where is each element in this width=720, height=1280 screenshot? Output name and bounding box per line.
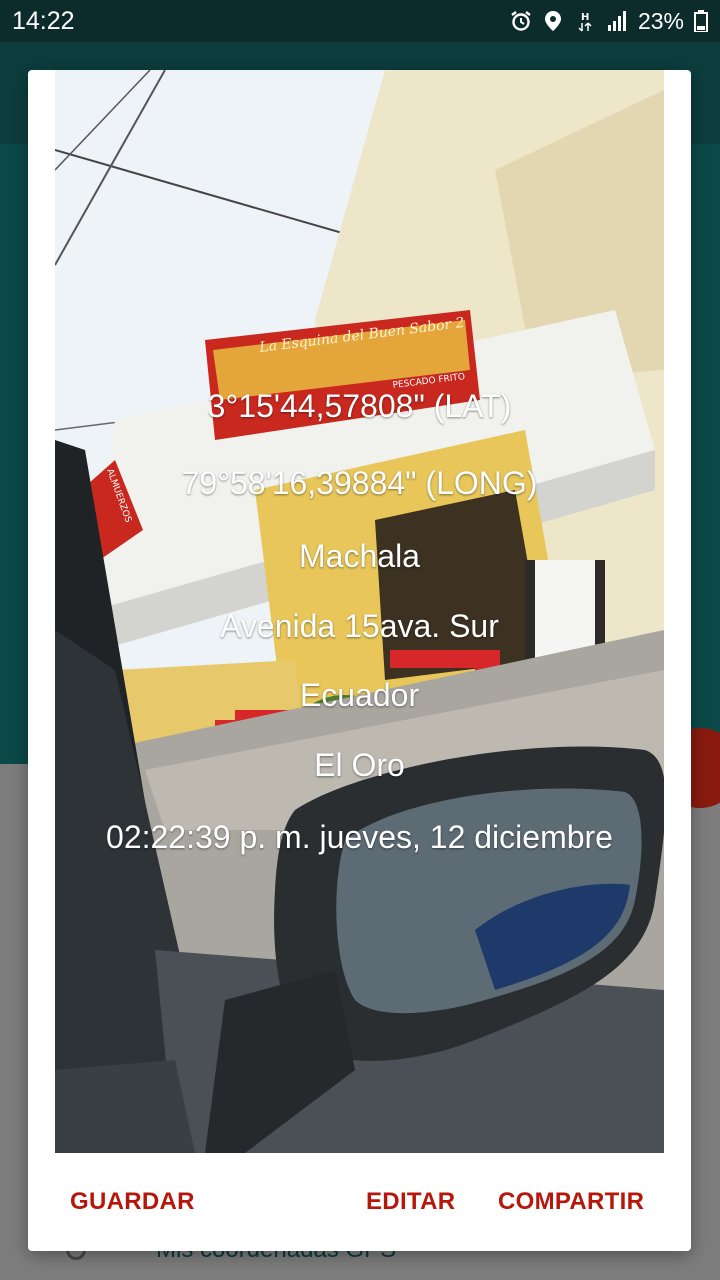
longitude-text: 79°58'16,39884" (LONG) [181,465,538,501]
province-text: El Oro [314,747,405,783]
status-bar: 14:22 H 23% [0,0,720,42]
geotagged-photo: La Esquina del Buen Sabor 2 PESCADO FRIT… [55,70,664,1153]
data-h-icon: H [574,10,596,32]
edit-button[interactable]: EDITAR [366,1153,455,1251]
latitude-text: 3°15'44,57808" (LAT) [207,388,512,424]
dialog-actions: GUARDAR EDITAR COMPARTIR [28,1153,691,1251]
street-text: Avenida 15ava. Sur [220,608,499,644]
datetime-text: 02:22:39 p. m. jueves, 12 diciembre [106,819,613,855]
location-icon [542,10,564,32]
alarm-icon [510,10,532,32]
svg-text:H: H [581,12,589,23]
status-icons: H 23% [510,8,708,35]
save-button[interactable]: GUARDAR [70,1153,195,1251]
city-text: Machala [299,538,420,574]
screen: 14:22 H 23% Mis coordenadas GPS [0,0,720,1280]
battery-percent: 23% [637,7,684,34]
country-text: Ecuador [299,677,420,713]
photo-dialog: La Esquina del Buen Sabor 2 PESCADO FRIT… [28,70,691,1251]
battery-icon [694,10,708,33]
signal-icon [606,10,628,32]
status-time: 14:22 [12,6,75,35]
share-button[interactable]: COMPARTIR [498,1153,644,1251]
